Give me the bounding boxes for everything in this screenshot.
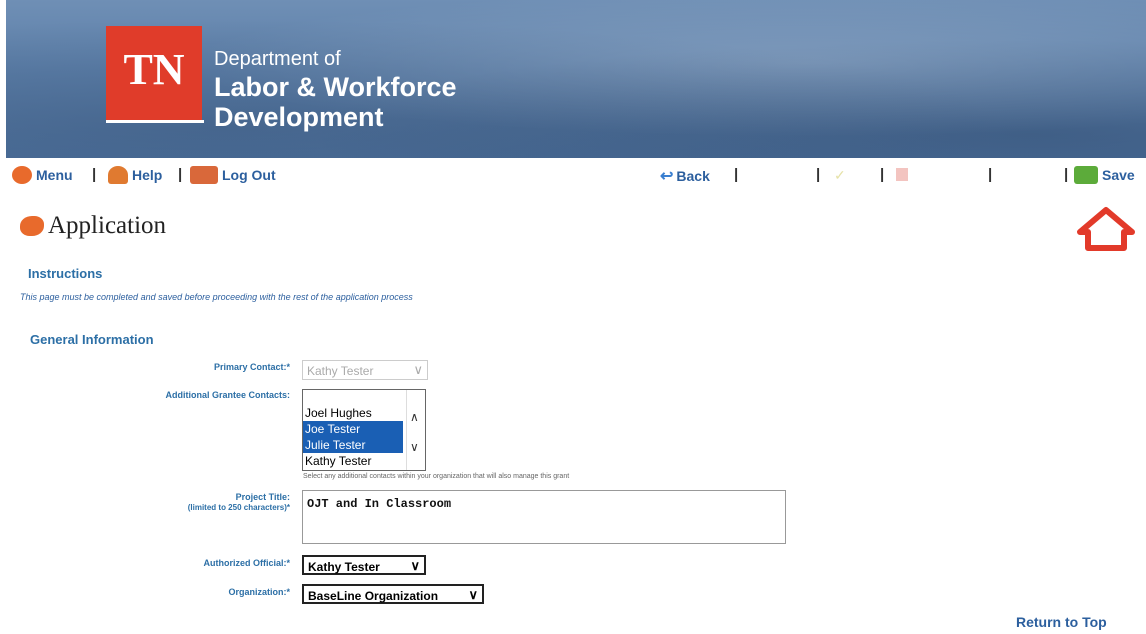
organization-value: BaseLine Organization [308,589,439,603]
return-to-top-link[interactable]: Return to Top [1016,614,1107,630]
help-person-icon [108,166,128,184]
logout-button[interactable]: Log Out [190,166,276,184]
save-button[interactable]: Save [1074,166,1135,184]
menu-button[interactable]: Menu [12,166,73,184]
project-title-textarea[interactable]: OJT and In Classroom [302,490,786,544]
logout-label: Log Out [222,167,276,183]
organization-select[interactable]: BaseLine Organization ∨ [302,584,484,604]
save-label: Save [1102,167,1135,183]
authorized-official-value: Kathy Tester [308,560,380,574]
authorized-official-label: Authorized Official:* [203,558,290,568]
chevron-down-icon: ∨ [413,362,423,377]
project-title-sublabel: (limited to 250 characters)* [187,503,290,512]
application-icon [20,216,44,236]
instructions-text: This page must be completed and saved be… [20,292,413,302]
contact-option[interactable]: Julie Tester [303,437,403,453]
menu-label: Menu [36,167,73,183]
general-information-heading: General Information [30,332,154,347]
additional-contacts-hint: Select any additional contacts within yo… [303,473,570,480]
contact-option[interactable]: Joel Hughes [303,405,403,421]
instructions-heading: Instructions [28,266,103,281]
scroll-down-icon[interactable]: ∨ [410,440,419,454]
toolbar-separator: | [1064,166,1069,183]
header-banner: TN Department of Labor & Workforce Devel… [6,0,1146,158]
department-title-line1: Labor & Workforce [214,72,457,102]
department-line: Department of [214,48,341,70]
home-icon[interactable] [1076,206,1136,252]
additional-contacts-label: Additional Grantee Contacts: [165,390,290,400]
page-title-text: Application [48,212,167,239]
tn-logo: TN [106,26,202,122]
listbox-scrollbar[interactable]: ∧ ∨ [406,390,425,470]
help-label: Help [132,167,163,183]
door-icon [190,166,218,184]
toolbar-separator: | [734,166,739,183]
menu-icon [12,166,32,184]
additional-contacts-listbox[interactable]: Joel Hughes Joe Tester Julie Tester Kath… [302,389,426,471]
toolbar-separator: | [988,166,993,183]
contact-option[interactable]: Kathy Tester [303,453,403,469]
toolbar-separator: | [92,166,97,183]
scroll-up-icon[interactable]: ∧ [410,410,419,424]
disabled-check-icon: ✓ [834,167,846,183]
toolbar: Menu | Help | Log Out ↩ Back | | ✓ | | |… [0,160,1146,192]
help-button[interactable]: Help [108,166,162,184]
logo-underline [106,120,204,123]
chevron-down-icon: ∨ [410,558,420,573]
save-disk-icon [1074,166,1098,184]
primary-contact-value: Kathy Tester [307,364,374,378]
chevron-down-icon: ∨ [468,587,478,602]
organization-label: Organization:* [228,587,290,597]
back-button[interactable]: ↩ Back [660,166,710,186]
project-title-label: Project Title: [235,492,290,502]
toolbar-separator: | [816,166,821,183]
back-arrow-icon: ↩ [660,168,674,185]
primary-contact-label: Primary Contact:* [213,362,290,372]
page-title: Application [20,212,166,240]
toolbar-separator: | [880,166,885,183]
primary-contact-select[interactable]: Kathy Tester ∨ [302,360,428,380]
authorized-official-select[interactable]: Kathy Tester ∨ [302,555,426,575]
disabled-pdf-icon [896,168,908,181]
logo-text: TN [123,45,185,94]
toolbar-separator: | [178,166,183,183]
department-title-line2: Development [214,102,384,132]
contact-option[interactable]: Joe Tester [303,421,403,437]
back-label: Back [676,168,710,184]
